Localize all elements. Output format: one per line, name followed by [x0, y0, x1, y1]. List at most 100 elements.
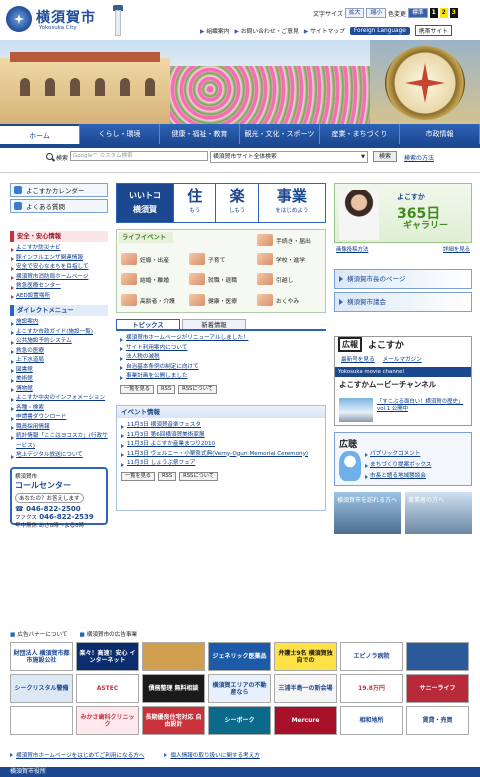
tab-living[interactable]: くらし・環境 [80, 124, 160, 144]
ad-banner[interactable]: ジェネリック医薬品 [208, 642, 271, 671]
ad-banner[interactable]: みかさ歯科クリニック [76, 706, 139, 735]
life-item-marriage[interactable]: 結婚・離婚 [121, 272, 169, 286]
ad-banner[interactable] [406, 642, 469, 671]
first-time-link[interactable]: 横須賀市ホームページをはじめてご利用になる方へ [10, 751, 144, 759]
ad-banner[interactable]: シークリスタル警備 [10, 674, 73, 703]
life-item-moving[interactable]: 引越し [257, 272, 293, 286]
life-item-childcare[interactable]: 子育て [189, 252, 225, 266]
calendar-button[interactable]: よこすかカレンダー [10, 183, 108, 197]
gallery-banner[interactable]: よこすか 365日 ギャラリー [334, 183, 472, 243]
list-item[interactable]: 地上デジタル放送について [10, 451, 108, 461]
ad-banner[interactable]: 長期優良住宅対応 自由設計 [142, 706, 205, 735]
list-item[interactable]: 公共施設予約システム [10, 337, 108, 347]
list-item[interactable]: 横須賀市消防局ホームページ [10, 273, 108, 283]
list-item[interactable]: パブリックコメント [365, 449, 431, 460]
list-item[interactable]: 市長と語る地域懇談会 [365, 471, 431, 482]
list-item[interactable]: 自治基本条例の制定に向けて [120, 363, 326, 373]
catch-banner[interactable]: いいトコ 横須賀 住もう 楽しもう 事業 をはじめよう [116, 183, 326, 223]
gallery-post-link[interactable]: 画像投稿方法 [336, 245, 368, 253]
contact-link[interactable]: ▶ お問い合わせ・ご意見 [235, 26, 299, 35]
tab-new-info[interactable]: 新着情報 [182, 319, 246, 329]
tab-government[interactable]: 市政情報 [400, 124, 480, 144]
privacy-link[interactable]: 個人情報の取り扱いに関する考え方 [164, 751, 260, 759]
list-item[interactable]: 11月3日 横須賀音楽フェスタ [121, 421, 325, 431]
gallery-detail-link[interactable]: 詳細を見る [443, 245, 470, 253]
list-item[interactable]: よこすか市政ガイド(施設一覧) [10, 328, 108, 338]
list-item[interactable]: 法人税の減税 [120, 353, 326, 363]
ad-banner[interactable] [142, 642, 205, 671]
list-item[interactable]: 安全で安心なまちを目指して [10, 263, 108, 273]
ad-banner[interactable]: 賃貸・売買 [406, 706, 469, 735]
list-item[interactable]: 11月3日 ヴェルニー・小栗祭式典(Verny-Oguri Memorial C… [121, 450, 325, 460]
list-item[interactable]: 11月3日 第6回横須賀美術家展 [121, 431, 325, 441]
ad-banner[interactable]: 財団法人 横須賀市都市施設公社 [10, 642, 73, 671]
list-item[interactable]: 各種・検索 [10, 404, 108, 414]
movie-channel-title[interactable]: よこすかムービーチャンネル [335, 377, 471, 392]
events-rss-about-button[interactable]: RSSについて [179, 471, 218, 481]
enlarge-button[interactable]: 拡大 [344, 8, 365, 18]
list-item[interactable]: 申請書ダウンロード [10, 413, 108, 423]
life-item-school[interactable]: 学校・進学 [257, 252, 305, 266]
search-input[interactable]: Google™ カスタム検索 [70, 151, 208, 161]
search-help-link[interactable]: 検索の方法 [404, 153, 434, 162]
ad-banner[interactable]: エビノラ病院 [340, 642, 403, 671]
catch-live[interactable]: 住もう [173, 184, 215, 222]
city-logo[interactable]: 横須賀市 Yokosuka City [6, 4, 126, 36]
faq-button[interactable]: よくある質問 [10, 199, 108, 213]
list-item[interactable]: 横須賀市ホームページがリニューアルしました！ [120, 334, 326, 344]
life-item-condolence[interactable]: おくやみ [257, 293, 299, 307]
color-standard-button[interactable]: 標準 [408, 8, 428, 18]
tab-health[interactable]: 健康・福祉・教育 [160, 124, 240, 144]
topics-rss-about-button[interactable]: RSSについて [178, 384, 217, 394]
color-1-button[interactable]: 1 [429, 8, 438, 18]
tab-tourism[interactable]: 観光・文化・スポーツ [240, 124, 320, 144]
sitemap-link[interactable]: ▶ サイトマップ [304, 26, 345, 35]
life-item-medical[interactable]: 健康・医療 [189, 293, 237, 307]
tab-home[interactable]: ホーム [0, 124, 80, 144]
list-item[interactable]: 救急の医療 [10, 347, 108, 357]
catch-business[interactable]: 事業 をはじめよう [257, 184, 325, 222]
ad-banner[interactable]: 弁護士9名 横須賀独自での [274, 642, 337, 671]
color-2-button[interactable]: 2 [439, 8, 448, 18]
call-center-box[interactable]: 横須賀市 コールセンター あなたの？お答えします ☎ 046-822-2500 … [10, 466, 108, 529]
council-banner[interactable]: 横須賀市議会 [334, 292, 472, 312]
list-item[interactable]: サイト利用案内について [120, 344, 326, 354]
ad-banner[interactable]: 相和地所 [340, 706, 403, 735]
ad-banner[interactable]: 債務整理 無料相談 [142, 674, 205, 703]
ad-banner[interactable]: シーボーク [208, 706, 271, 735]
ad-banner-about-link[interactable]: 広告バナーについて [10, 630, 67, 640]
tab-topics[interactable]: トピックス [116, 319, 180, 329]
ad-banner[interactable]: 横須賀エリアの不動産なら [208, 674, 271, 703]
ad-banner[interactable]: 楽々！高速！安心 インターネット [76, 642, 139, 671]
color-3-button[interactable]: 3 [449, 8, 458, 18]
business-banner[interactable]: 事業者の方へ [405, 492, 472, 534]
tab-industry[interactable]: 産業・まちづくり [320, 124, 400, 144]
mayor-page-banner[interactable]: 横須賀市長のページ [334, 269, 472, 289]
life-item-procedures[interactable]: 手続き・届出 [257, 233, 311, 247]
list-item[interactable]: 統計情報「ここはヨコスカ」(行政サービス) [10, 432, 108, 451]
list-item[interactable]: 救急医療センター [10, 282, 108, 292]
list-item[interactable]: 施設案内 [10, 318, 108, 328]
ad-banner[interactable]: Mercure [274, 706, 337, 735]
ad-banner[interactable]: 19.8万円 [340, 674, 403, 703]
ad-business-link[interactable]: 横須賀市の広告事業 [79, 630, 137, 640]
list-item[interactable]: AED設置場所 [10, 292, 108, 302]
foreign-language-button[interactable]: Foreign Language [349, 26, 410, 35]
movie-description-link[interactable]: 「すこぶる面白い！横須賀の歴史」vol.1 公開中 [377, 399, 469, 413]
list-item[interactable]: 事業計画を公開しました [120, 372, 326, 382]
latest-issue-link[interactable]: 最新号を見る [341, 355, 375, 363]
mobile-site-button[interactable]: 携帯サイト [414, 25, 452, 36]
life-item-employment[interactable]: 就職・退職 [189, 272, 237, 286]
movie-thumbnail[interactable] [339, 398, 373, 422]
list-item[interactable]: よこすか中央のインフォメーション [10, 394, 108, 404]
catch-enjoy[interactable]: 楽しもう [215, 184, 257, 222]
list-item[interactable]: 図書館 [10, 366, 108, 376]
list-item[interactable]: 豚インフルエンザ関連情報 [10, 254, 108, 264]
list-item[interactable]: 博物館 [10, 385, 108, 395]
topics-list-button[interactable]: 一覧を見る [120, 384, 154, 394]
ad-banner[interactable]: サニーライフ [406, 674, 469, 703]
ad-banner[interactable] [10, 706, 73, 735]
list-item[interactable]: まちづくり提案ボックス [365, 460, 431, 471]
life-item-pregnancy[interactable]: 妊娠・出産 [121, 252, 169, 266]
ad-banner[interactable]: ASTEC [76, 674, 139, 703]
